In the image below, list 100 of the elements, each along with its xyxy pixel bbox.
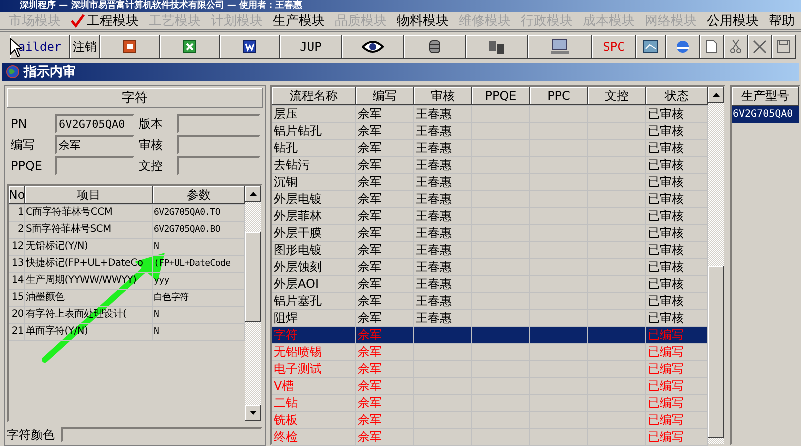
table-cell: 王春惠 [414,259,472,275]
column-header[interactable]: PPQE [472,87,530,105]
cut-icon [730,39,742,55]
table-cell: 佘军 [356,378,414,394]
table-cell: 电子测试 [272,361,356,377]
table-cell: 外层电镀 [272,191,356,207]
table-row[interactable]: 图形电镀 佘军 王春惠 已审核 [272,242,708,259]
column-header[interactable]: 流程名称 [272,87,356,105]
table-cell: 14 [9,273,25,289]
menu-item[interactable]: 物料模块 [392,12,454,30]
table-cell: 层压 [272,106,356,122]
close-icon [753,40,767,54]
table-cell: 铝片钻孔 [272,123,356,139]
delete-button[interactable] [748,35,772,59]
table-cell: 12 [9,239,25,255]
menu-item[interactable]: 工程模块 [66,12,144,30]
table-row[interactable]: 外层AOI 佘军 王春惠 已审核 [272,276,708,293]
dropdown-field[interactable] [61,427,263,443]
scrollbar[interactable] [708,87,724,444]
column-header[interactable]: 状态 [646,87,708,105]
computer-button[interactable] [528,35,592,59]
table-row[interactable]: 铝片钻孔 佘军 王春惠 已审核 [272,123,708,140]
table-row[interactable]: 铝片塞孔 佘军 王春惠 已审核 [272,293,708,310]
table-cell: 王春惠 [414,276,472,292]
column-header[interactable]: 生产型号 [732,87,799,106]
table-cell: 王春惠 [414,293,472,309]
scroll-down-icon [250,411,256,415]
servers-button[interactable] [466,35,528,59]
toolbar-button[interactable]: 注销 [70,35,100,59]
database-button[interactable] [404,35,466,59]
field-label: 编写 [11,136,36,154]
table-row[interactable]: 去钻污 佘军 王春惠 已审核 [272,157,708,174]
scroll-up-icon [250,192,256,196]
table-row[interactable]: 外层蚀刻 佘军 王春惠 已审核 [272,259,708,276]
table-cell: 二钻 [272,395,356,411]
column-header[interactable]: 项目 [25,186,153,204]
menu-item[interactable]: 帮助 [764,12,800,30]
browser-button[interactable] [666,35,700,59]
table-cell: 王春惠 [414,174,472,190]
table-cell: 外层蚀刻 [272,259,356,275]
globe-icon [6,65,20,79]
check-icon [71,14,85,28]
table-cell: 佘军 [356,208,414,224]
spreadsheet-button[interactable] [160,35,220,59]
table-cell: 王春惠 [414,157,472,173]
table-row[interactable]: 外层干膜 佘军 王春惠 已审核 [272,225,708,242]
table-row[interactable]: 外层菲林 佘军 王春惠 已审核 [272,208,708,225]
eye-icon [362,40,384,54]
column-header[interactable]: 审核 [414,87,472,105]
scrollbar[interactable] [245,186,261,421]
text-field[interactable] [177,135,261,155]
table-cell: 钻孔 [272,140,356,156]
field-label: 字符颜色 [7,426,55,444]
table-cell: 王春惠 [414,191,472,207]
slides-icon [123,40,137,54]
field-label: PN [11,117,28,131]
table-row[interactable]: 外层电镀 佘军 王春惠 已审核 [272,191,708,208]
new-page-icon [706,40,718,54]
table-cell: 外层AOI [272,276,356,292]
text-field[interactable]: 6V2G705QA0 [55,114,135,134]
table-cell: 佘军 [356,276,414,292]
toolbar-button[interactable]: JUP [280,35,342,59]
table-cell: 外层菲林 [272,208,356,224]
window-title: 深圳程序 — 深圳市易晋富计算机软件技术有限公司 — 使用者：王春惠 [0,0,801,12]
table-cell: 佘军 [356,344,414,360]
column-header[interactable]: 参数 [153,186,245,204]
table-cell: C面字符菲林号CCM [25,205,153,221]
table-cell: 佘军 [356,123,414,139]
table-cell: 13 [9,256,25,272]
column-header[interactable]: PPC [530,87,588,105]
table-cell: V槽 [272,378,356,394]
menu-item[interactable]: 生产模块 [268,12,330,30]
list-item[interactable]: 6V2G705QA0 [732,106,799,123]
new-button[interactable] [700,35,724,59]
table-cell: 佘军 [356,191,414,207]
view-button[interactable] [342,35,404,59]
table-cell: 1 [9,205,25,221]
table-cell: 图形电镀 [272,242,356,258]
column-header[interactable]: 编写 [356,87,414,105]
spreadsheet-icon [183,40,197,54]
table-row[interactable]: 钻孔 佘军 王春惠 已审核 [272,140,708,157]
save-icon [777,40,791,54]
slides-button[interactable] [100,35,160,59]
table-cell: 2 [9,222,25,238]
text-field[interactable]: 佘军 [55,135,135,155]
browser-icon [674,39,692,55]
text-field[interactable] [177,114,261,134]
table-row[interactable]: 字符 佘军 已编写 [272,327,708,344]
field-label: 文控 [139,158,164,174]
table-cell: 佘军 [356,106,414,122]
document-button[interactable] [220,35,280,59]
table-cell: 15 [9,290,25,306]
board-button[interactable] [636,35,666,59]
save-button[interactable] [772,35,796,59]
cut-button[interactable] [724,35,748,59]
table-row[interactable]: 沉铜 佘军 王春惠 已审核 [272,174,708,191]
menu-item[interactable]: 公用模块 [702,12,764,30]
column-header[interactable]: 文控 [588,87,646,105]
table-row[interactable]: 层压 佘军 王春惠 已审核 [272,106,708,123]
table-cell: 佘军 [356,157,414,173]
